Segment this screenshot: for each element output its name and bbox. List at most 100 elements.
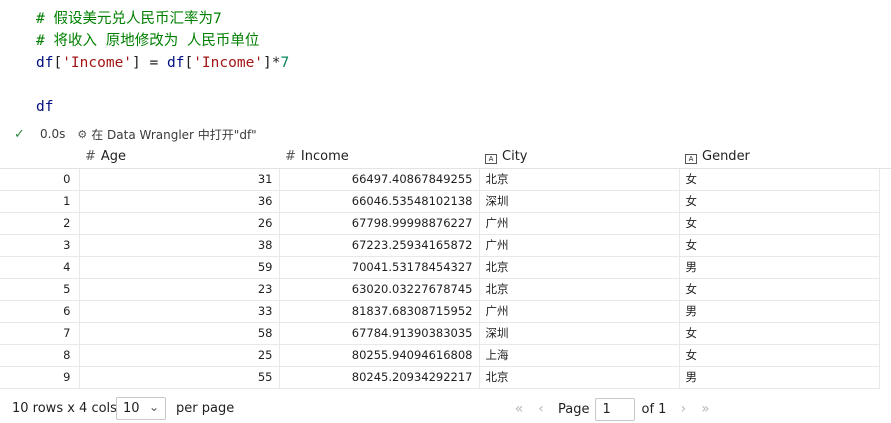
code-token: [ xyxy=(184,55,194,71)
previous-page-icon[interactable]: ‹ xyxy=(530,401,552,417)
row-spacer xyxy=(879,366,891,388)
row-index-cell: 0 xyxy=(0,168,79,191)
hash-icon: # xyxy=(285,149,296,165)
code-token: df xyxy=(36,55,54,71)
table-row: 0 31 66497.40867849255 北京女 xyxy=(0,168,891,191)
code-comment-exchange-rate: # 假设美元兑人民币汇率为7 xyxy=(36,11,222,27)
column-header-gender[interactable]: A Gender xyxy=(679,146,879,169)
code-token: df xyxy=(166,55,185,71)
header-spacer xyxy=(879,146,891,169)
open-in-data-wrangler-link[interactable]: 在 Data Wrangler 中打开"df" xyxy=(91,126,256,143)
row-spacer xyxy=(879,234,891,256)
column-header-age[interactable]: # Age xyxy=(79,146,279,169)
rows-cols-summary: 10 rows x 4 cols xyxy=(12,401,117,416)
age-cell: 31 xyxy=(78,168,279,191)
city-cell: 广州 xyxy=(478,212,679,235)
age-cell: 25 xyxy=(78,344,279,367)
column-header-label: City xyxy=(502,149,528,165)
table-row: 1 36 66046.53548102138 深圳女 xyxy=(0,190,891,213)
code-empty-line xyxy=(36,74,289,96)
code-cell[interactable]: # 假设美元兑人民币汇率为7 # 将收入 原地修改为 人民币单位 df['Inc… xyxy=(36,8,289,118)
table-row: 5 23 63020.03227678745 北京女 xyxy=(0,278,891,301)
income-cell: 67784.91390383035 xyxy=(278,322,479,345)
age-cell: 23 xyxy=(78,278,279,301)
table-row: 3 38 67223.25934165872 广州女 xyxy=(0,234,891,257)
row-index-cell: 9 xyxy=(0,366,79,389)
row-spacer xyxy=(879,300,891,322)
age-cell: 55 xyxy=(78,366,279,389)
text-type-icon: A xyxy=(485,154,497,165)
city-cell: 北京 xyxy=(478,366,679,389)
code-token: [ xyxy=(53,55,63,71)
city-cell: 深圳 xyxy=(478,322,679,345)
city-cell: 北京 xyxy=(478,256,679,279)
gender-cell: 女 xyxy=(678,322,880,345)
gender-cell: 女 xyxy=(678,212,880,235)
row-spacer xyxy=(879,212,891,234)
income-cell: 66497.40867849255 xyxy=(278,168,479,191)
income-cell: 80255.94094616808 xyxy=(278,344,479,367)
code-token: ] xyxy=(263,55,272,71)
code-token: 'Income' xyxy=(193,55,264,71)
income-cell: 66046.53548102138 xyxy=(278,190,479,213)
check-icon: ✓ xyxy=(14,126,25,142)
table-row: 4 59 70041.53178454327 北京男 xyxy=(0,256,891,279)
income-cell: 67223.25934165872 xyxy=(278,234,479,257)
page-count-label: of 1 xyxy=(641,401,667,417)
column-header-label: Gender xyxy=(702,149,750,165)
hash-icon: # xyxy=(85,149,96,165)
gender-cell: 男 xyxy=(678,366,880,389)
execution-time: 0.0s xyxy=(40,127,66,141)
city-cell: 深圳 xyxy=(478,190,679,213)
column-header-label: Age xyxy=(100,149,127,165)
gender-cell: 女 xyxy=(678,234,880,257)
table-row: 7 58 67784.91390383035 深圳女 xyxy=(0,322,891,345)
table-header-row: # Age # Income A City A Gender xyxy=(0,146,891,169)
page-size-select[interactable]: 10 ⌄ xyxy=(116,397,166,420)
row-spacer xyxy=(879,256,891,278)
table-footer: 10 rows x 4 cols 10 ⌄ per page « ‹ Page … xyxy=(0,396,891,422)
page-label: Page xyxy=(558,401,590,417)
row-index-cell: 3 xyxy=(0,234,79,257)
table-row: 6 33 81837.68308715952 广州男 xyxy=(0,300,891,323)
column-header-label: Income xyxy=(300,149,349,165)
gender-cell: 女 xyxy=(678,278,880,301)
row-index-cell: 4 xyxy=(0,256,79,279)
code-assignment-line: df['Income'] = df['Income']*7 xyxy=(36,52,289,74)
per-page-label: per page xyxy=(176,401,235,416)
last-page-icon[interactable]: » xyxy=(694,401,716,417)
page-number-input[interactable] xyxy=(595,397,636,421)
first-page-icon[interactable]: « xyxy=(508,401,530,417)
code-token: = xyxy=(140,55,167,71)
age-cell: 26 xyxy=(78,212,279,235)
table-row: 9 55 80245.20934292217 北京男 xyxy=(0,366,891,389)
row-index-cell: 2 xyxy=(0,212,79,235)
age-cell: 38 xyxy=(78,234,279,257)
income-cell: 70041.53178454327 xyxy=(278,256,479,279)
gender-cell: 女 xyxy=(678,344,880,367)
city-cell: 北京 xyxy=(478,168,679,191)
next-page-icon[interactable]: › xyxy=(672,401,694,417)
age-cell: 58 xyxy=(78,322,279,345)
cell-status-bar: ✓ 0.0s ⚙ 在 Data Wrangler 中打开"df" xyxy=(14,124,257,144)
code-token: * xyxy=(271,55,281,71)
age-cell: 59 xyxy=(78,256,279,279)
index-header xyxy=(0,146,79,169)
row-spacer xyxy=(879,190,891,212)
income-cell: 80245.20934292217 xyxy=(278,366,479,389)
income-cell: 67798.99998876227 xyxy=(278,212,479,235)
pagination: « ‹ Page of 1 › » xyxy=(508,397,716,421)
city-cell: 广州 xyxy=(478,234,679,257)
gender-cell: 男 xyxy=(678,256,880,279)
code-comment-modify-income: # 将收入 原地修改为 人民币单位 xyxy=(36,33,260,49)
age-cell: 36 xyxy=(78,190,279,213)
table-row: 8 25 80255.94094616808 上海女 xyxy=(0,344,891,367)
row-index-cell: 8 xyxy=(0,344,79,367)
column-header-income[interactable]: # Income xyxy=(279,146,479,169)
row-spacer xyxy=(879,344,891,366)
income-cell: 81837.68308715952 xyxy=(278,300,479,323)
text-type-icon: A xyxy=(685,154,697,165)
code-token: 'Income' xyxy=(62,55,133,71)
column-header-city[interactable]: A City xyxy=(479,146,679,169)
gender-cell: 女 xyxy=(678,168,880,191)
